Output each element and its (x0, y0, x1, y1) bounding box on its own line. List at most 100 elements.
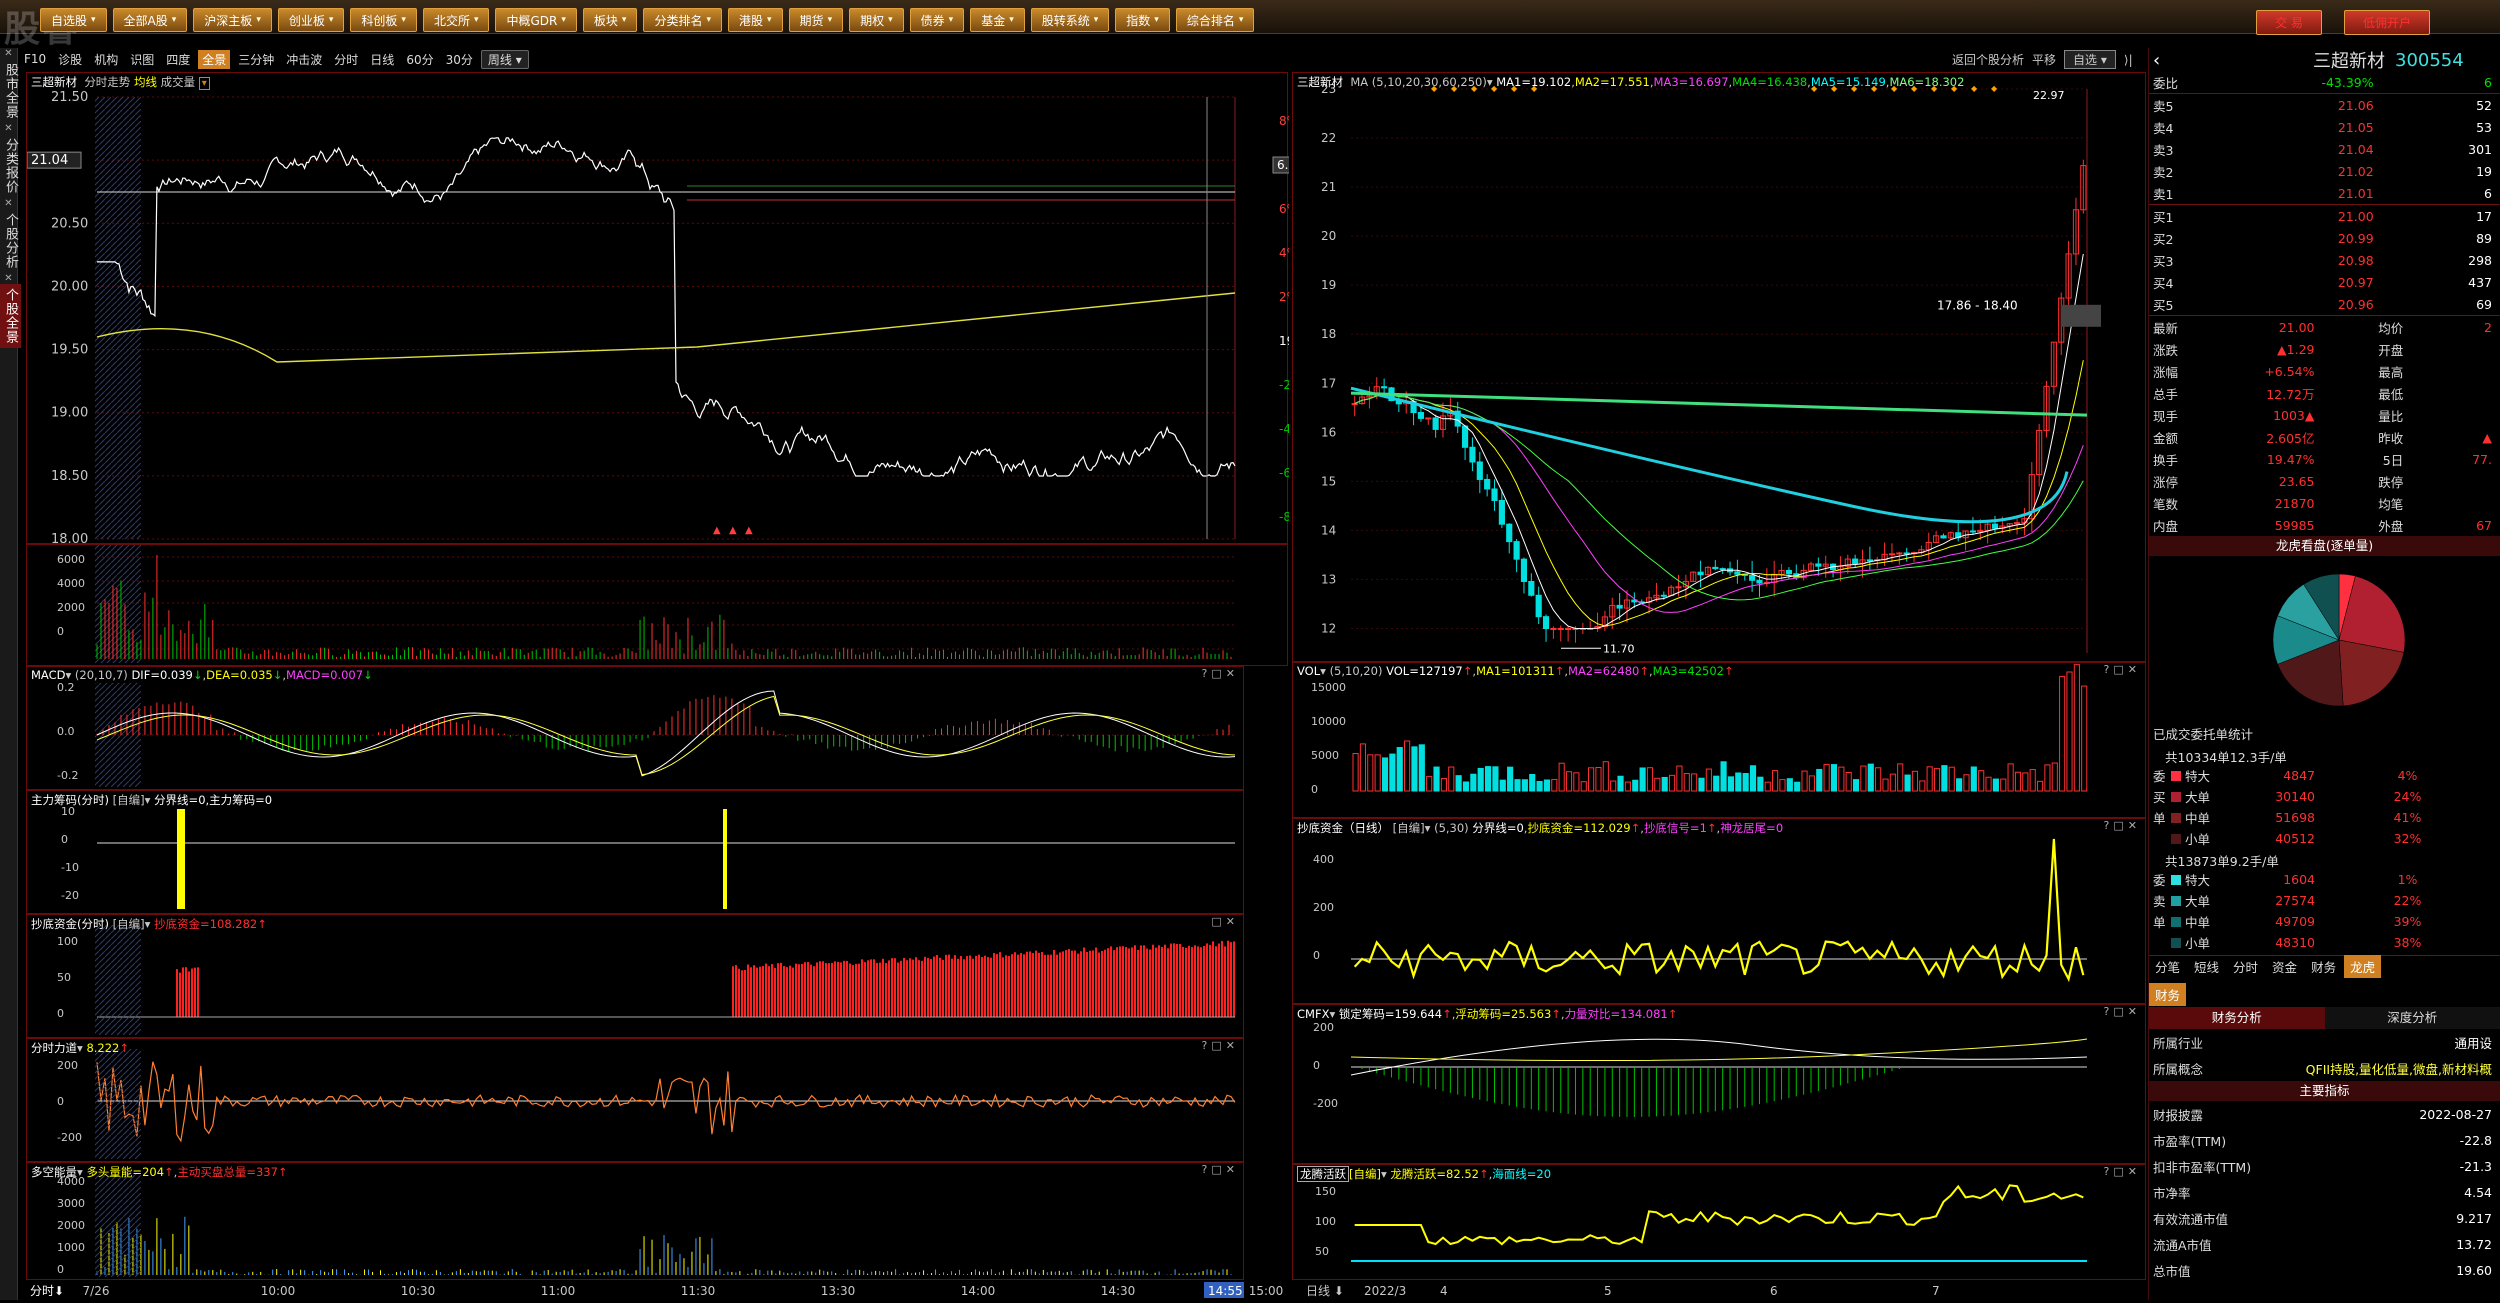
nav-item-1[interactable]: 诊股 (54, 50, 86, 69)
intraday-tab-ma[interactable]: 均线 (134, 75, 157, 89)
favorites-select[interactable]: 自选 ▾ (2064, 50, 2116, 69)
toolbar-button-14[interactable]: 股转系统▾ (1031, 8, 1110, 32)
toolbar-button-10[interactable]: 期货▾ (789, 8, 844, 32)
chevron-down-icon[interactable]: ▾ (1425, 821, 1431, 835)
trade-button[interactable]: 交 易 (2256, 10, 2322, 35)
nav-item-2[interactable]: 机构 (90, 50, 122, 69)
chevron-down-icon[interactable]: ▾ (145, 917, 151, 931)
panel-controls[interactable]: ?□✕ (2104, 819, 2141, 832)
nav-item-9[interactable]: 日线 (366, 50, 398, 69)
candle-body (1382, 387, 1387, 388)
deep-analysis-tab[interactable]: 深度分析 (2325, 1007, 2500, 1029)
tab-2[interactable]: 分时 (2227, 955, 2264, 978)
intraday-volume-chart[interactable]: 6000400020000 (27, 545, 1289, 665)
vol-bar (1795, 782, 1800, 791)
toolbar-button-7[interactable]: 板块▾ (583, 8, 638, 32)
sidebar-item-0[interactable]: 股市全景 (0, 59, 21, 123)
sidebar-item-1[interactable]: 分类报价 (0, 134, 21, 198)
nav-item-11[interactable]: 30分 (442, 50, 477, 69)
fin-row-cell: 2022-08-27 (2323, 1107, 2500, 1122)
period-select[interactable]: 周线 ▾ (481, 50, 529, 69)
kline-chart[interactable]: 23222120191817161514131222.9711.7017.86 … (1293, 73, 2147, 661)
close-icon[interactable]: ✕ (0, 48, 17, 59)
nav-item-10[interactable]: 60分 (402, 50, 437, 69)
close-icon[interactable]: ✕ (0, 273, 17, 284)
tab-1[interactable]: 短线 (2188, 955, 2225, 978)
toolbar-button-5[interactable]: 北交所▾ (423, 8, 490, 32)
toolbar-button-12[interactable]: 债券▾ (910, 8, 965, 32)
stock-name: 三超新材 (31, 75, 77, 89)
toolbar-button-13[interactable]: 基金▾ (970, 8, 1025, 32)
toolbar-button-6[interactable]: 中概GDR▾ (495, 8, 576, 32)
chevron-down-icon: ▾ (256, 15, 261, 25)
chevron-down-icon[interactable]: ▾ (145, 793, 151, 807)
nav-item-8[interactable]: 分时 (330, 50, 362, 69)
pan-button[interactable]: 平移 (2032, 51, 2056, 68)
chevron-down-icon[interactable]: ▾ (1320, 664, 1326, 678)
chevron-down-icon[interactable]: ▾ (77, 1165, 83, 1179)
toolbar-button-1[interactable]: 全部A股▾ (113, 8, 188, 32)
intraday-chart[interactable]: 21.5021.0420.5020.0019.5019.0018.5018.00… (27, 73, 1289, 543)
chevron-down-icon[interactable]: ▾ (1381, 1167, 1387, 1181)
cdzj-chart[interactable]: 100500 (27, 915, 1245, 1037)
toolbar-button-8[interactable]: 分类排名▾ (643, 8, 722, 32)
macd-name[interactable]: MACD (31, 668, 65, 682)
toolbar-button-16[interactable]: 综合排名▾ (1176, 8, 1255, 32)
tab-5[interactable]: 龙虎 (2344, 955, 2381, 978)
tab-3[interactable]: 资金 (2266, 955, 2303, 978)
chevron-down-icon[interactable]: ▾ (1329, 1007, 1335, 1021)
fin-analysis-tab[interactable]: 财务分析 (2149, 1007, 2325, 1029)
fsld-chart[interactable]: 2000-200 (27, 1039, 1245, 1161)
toolbar-button-0[interactable]: 自选股▾ (40, 8, 107, 32)
toolbar-label: 期权 (860, 12, 884, 29)
close-icon[interactable]: ✕ (0, 123, 17, 134)
dkll-chart[interactable]: 40003000200010000 (27, 1163, 1245, 1279)
toolbar-button-2[interactable]: 沪深主板▾ (193, 8, 272, 32)
nav-item-5[interactable]: 全景 (198, 50, 230, 69)
toolbar-button-9[interactable]: 港股▾ (728, 8, 783, 32)
vol-chart[interactable]: 150001000050000 (1293, 663, 2147, 817)
chevron-down-icon[interactable]: ▾ (65, 668, 71, 682)
panel-controls[interactable]: ?□✕ (1202, 1163, 1239, 1176)
open-account-button[interactable]: 低佣开户 (2344, 10, 2430, 35)
lthy-chart[interactable]: 15010050 (1293, 1165, 2147, 1279)
panel-controls[interactable]: ?□✕ (2104, 1165, 2141, 1178)
close-icon[interactable]: ✕ (0, 198, 17, 209)
intraday-tab-vol[interactable]: 成交量 (161, 75, 196, 89)
stat-row-cell: 最新 (2153, 318, 2234, 337)
sidebar-item-2[interactable]: 个股分析 (0, 209, 21, 273)
nav-item-6[interactable]: 三分钟 (234, 50, 278, 69)
chevron-down-icon[interactable]: ▾ (199, 77, 210, 90)
toolbar-button-15[interactable]: 指数▾ (1115, 8, 1170, 32)
nav-item-7[interactable]: 冲击波 (282, 50, 326, 69)
nav-item-0[interactable]: F10 (20, 51, 50, 67)
toolbar-button-4[interactable]: 科创板▾ (350, 8, 417, 32)
tab-finance[interactable]: 财务 (2149, 983, 2186, 1006)
panel-controls[interactable]: ?□✕ (1202, 1039, 1239, 1052)
panel-controls[interactable]: □✕ (1211, 915, 1239, 928)
ask-row-cell: 19 (2382, 164, 2500, 179)
chevron-down-icon[interactable]: ▾ (77, 1041, 83, 1055)
back-icon[interactable]: ‹ (2153, 50, 2253, 71)
sidebar-item-3[interactable]: 个股全景 (0, 284, 21, 348)
tab-0[interactable]: 分笔 (2149, 955, 2186, 978)
zlcm-chart[interactable]: 100-10-20 (27, 791, 1245, 913)
nav-item-3[interactable]: 识图 (126, 50, 158, 69)
arrow-icon[interactable]: ⟩| (2124, 53, 2133, 67)
toolbar-button-3[interactable]: 创业板▾ (278, 8, 345, 32)
panel-controls[interactable]: ?□✕ (2104, 663, 2141, 676)
date-label[interactable]: 日线 ⬇ (1306, 1284, 1344, 1298)
tab-4[interactable]: 财务 (2305, 955, 2342, 978)
time-mode-button[interactable]: 分时⬇ (30, 1284, 64, 1298)
cdzj-daily-chart[interactable]: 4002000 (1293, 819, 2147, 1003)
intraday-tab-trend[interactable]: 分时走势 (84, 75, 130, 89)
nav-item-4[interactable]: 四度 (162, 50, 194, 69)
toolbar-button-11[interactable]: 期权▾ (849, 8, 904, 32)
chevron-down-icon[interactable]: ▾ (1487, 75, 1493, 89)
macd-chart[interactable]: 0.20.0-0.2 (27, 667, 1245, 789)
panel-controls[interactable]: ?□✕ (2104, 1005, 2141, 1018)
back-button[interactable]: 返回个股分析 (1952, 51, 2024, 68)
cdzj-label: 50 (57, 971, 71, 984)
panel-controls[interactable]: ?□✕ (1202, 667, 1239, 680)
cmfx-chart[interactable]: 2000-200 (1293, 1005, 2147, 1163)
